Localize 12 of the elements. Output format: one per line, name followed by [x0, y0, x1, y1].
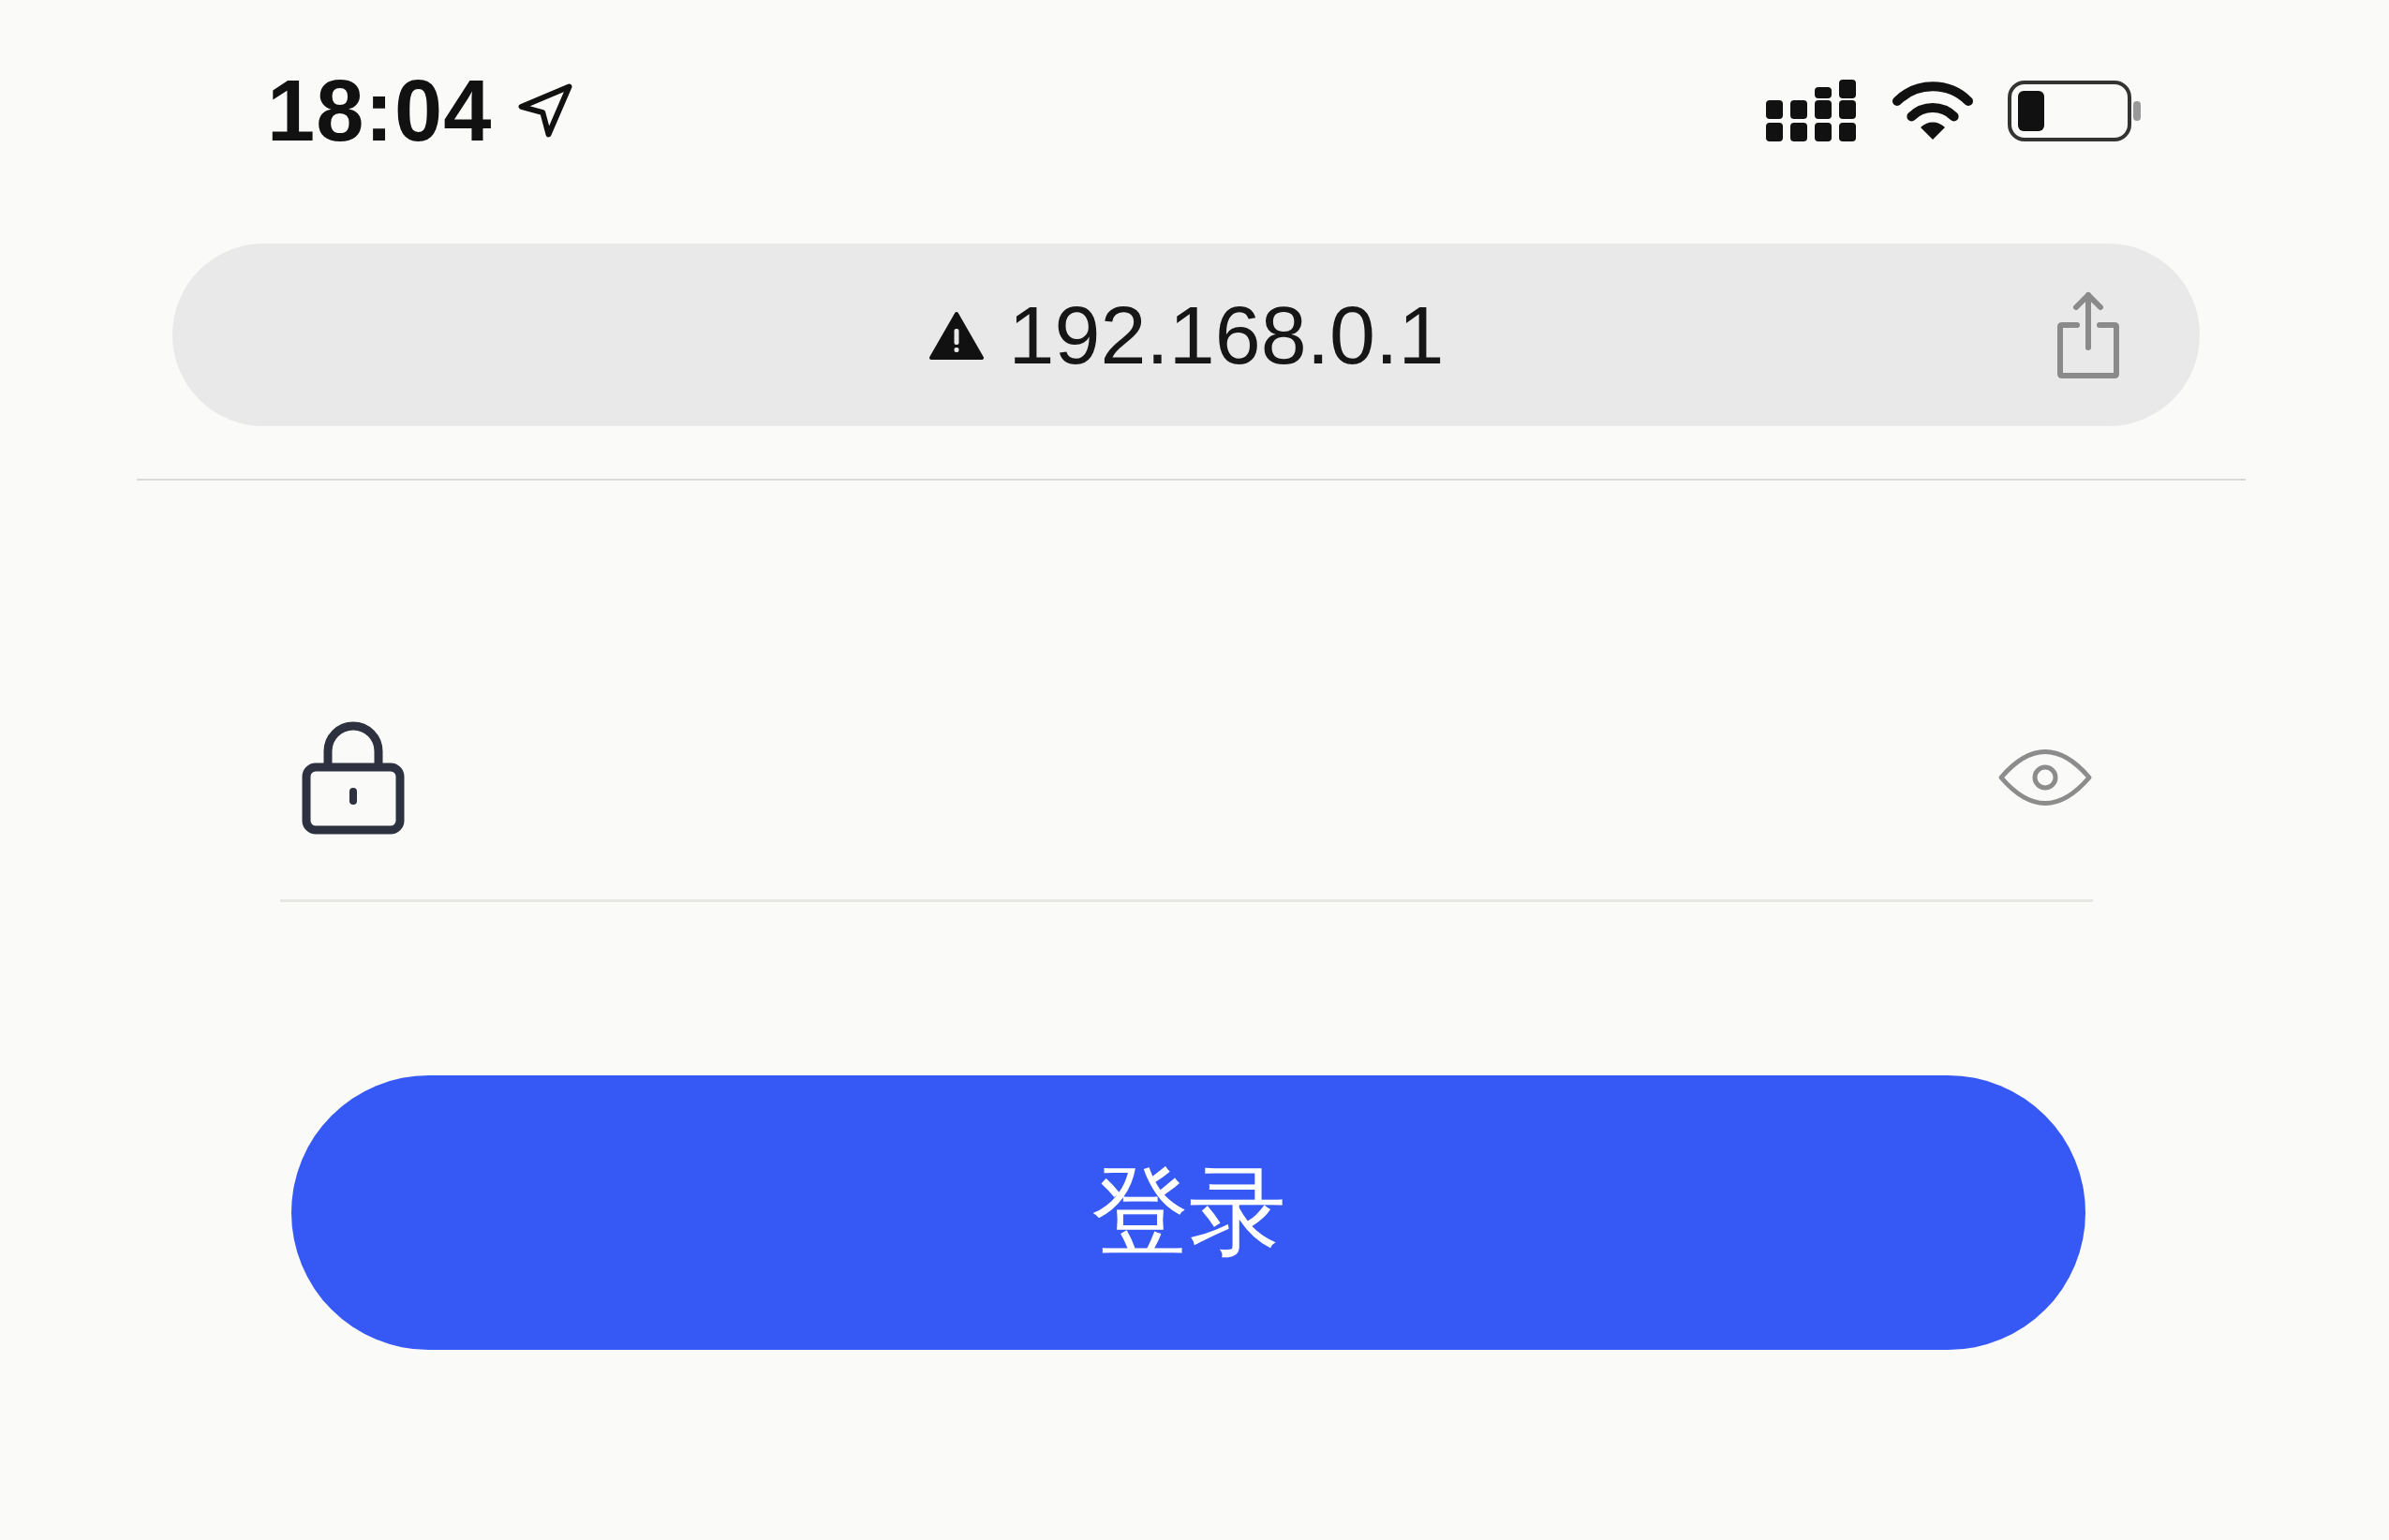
signal-icon	[1766, 80, 1856, 141]
address-bar[interactable]: 192.168.0.1	[172, 244, 2200, 426]
status-time: 18:04	[267, 61, 493, 160]
lock-icon	[302, 720, 405, 835]
location-arrow-icon	[518, 83, 573, 138]
share-icon[interactable]	[2056, 290, 2120, 379]
login-button[interactable]: 登录	[291, 1075, 2085, 1350]
warning-icon	[927, 309, 985, 361]
url-text: 192.168.0.1	[1008, 287, 1445, 383]
battery-icon	[2008, 80, 2142, 141]
eye-icon[interactable]	[1997, 749, 2093, 806]
wifi-icon	[1892, 81, 1974, 141]
